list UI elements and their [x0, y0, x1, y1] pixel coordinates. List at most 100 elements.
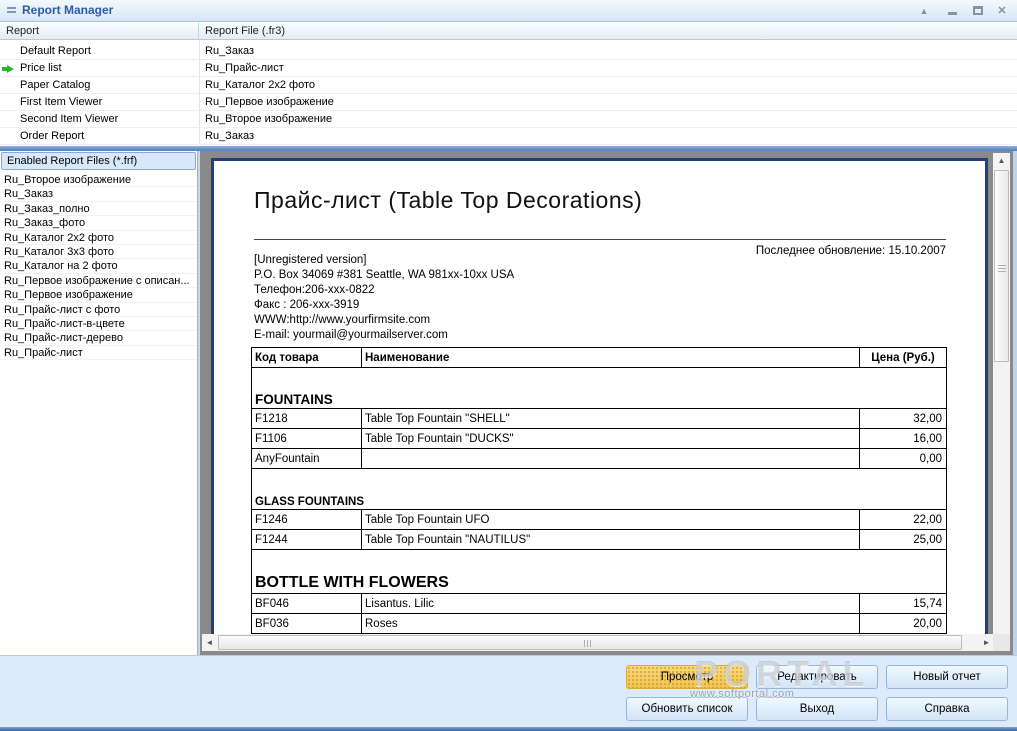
file-list-item[interactable]: Ru_Заказ_полно: [0, 202, 197, 217]
enabled-files-panel: Enabled Report Files (*.frf) Ru_Второе и…: [0, 151, 198, 655]
section-title: BOTTLE WITH FLOWERS: [251, 549, 947, 594]
exit-button[interactable]: Выход: [756, 697, 878, 721]
file-list-item[interactable]: Ru_Второе изображение: [0, 173, 197, 188]
item-row: F1244 Table Top Fountain "NAUTILUS" 25,00: [251, 529, 947, 550]
report-row[interactable]: Paper Catalog Ru_Каталог 2x2 фото: [0, 77, 1017, 94]
item-row: F1218 Table Top Fountain "SHELL" 32,00: [251, 408, 947, 429]
item-row: F1106 Table Top Fountain "DUCKS" 16,00: [251, 428, 947, 449]
file-list-item[interactable]: Ru_Прайс-лист: [0, 346, 197, 361]
file-list-item[interactable]: Ru_Заказ: [0, 187, 197, 202]
address-line: [Unregistered version]: [254, 254, 367, 266]
col-header-price: Цена (Руб.): [859, 347, 947, 368]
report-name: Default Report: [20, 45, 91, 57]
scrollbar-corner: [993, 634, 1010, 651]
report-row[interactable]: Order Report Ru_Заказ: [0, 128, 1017, 145]
price-table: Код товара Наименование Цена (Руб.) FOUNTAI…: [251, 347, 947, 634]
report-name: First Item Viewer: [20, 96, 103, 108]
report-manager-window: Report Manager ▲ ✕ Report Report File (.…: [0, 0, 1017, 731]
item-name: Table Top Fountain UFO: [361, 509, 860, 530]
item-price: 22,00: [859, 509, 947, 530]
close-icon[interactable]: ✕: [993, 3, 1011, 19]
watermark-url: www.softportal.com: [690, 688, 795, 700]
minimize-icon[interactable]: [943, 3, 961, 19]
address-line: Факс : 206-xxx-3919: [254, 299, 360, 311]
report-list: Report Report File (.fr3) Default Report…: [0, 22, 1017, 146]
item-name: Table Top Fountain "DUCKS": [361, 428, 860, 449]
title-rule: [254, 239, 946, 240]
document-title: Прайс-лист (Table Top Decorations): [254, 187, 643, 213]
col-header-name: Наименование: [361, 347, 860, 368]
item-price: 15,74: [859, 593, 947, 614]
price-table-wrap: Код товара Наименование Цена (Руб.) FOUNTAI…: [251, 347, 947, 634]
report-file: Ru_Прайс-лист: [205, 62, 284, 74]
section-row: FOUNTAINS: [251, 367, 947, 409]
file-list-item[interactable]: Ru_Прайс-лист с фото: [0, 303, 197, 317]
col-header-code: Код товара: [251, 347, 362, 368]
thumb-grip: [998, 265, 1006, 274]
scroll-right-icon[interactable]: ►: [979, 634, 994, 651]
section-title: FOUNTAINS: [251, 367, 947, 409]
section-row: BOTTLE WITH FLOWERS: [251, 549, 947, 594]
rollup-icon[interactable]: ▲: [915, 3, 933, 19]
selected-arrow-icon: [2, 65, 14, 73]
report-file: Ru_Заказ: [205, 45, 255, 57]
scroll-left-icon[interactable]: ◄: [202, 634, 217, 651]
item-row: BF046 Lisantus. Lilic 15,74: [251, 593, 947, 614]
item-name: [361, 448, 860, 469]
report-row[interactable]: First Item Viewer Ru_Первое изображение: [0, 94, 1017, 111]
report-name: Price list: [20, 62, 62, 74]
address-line: P.O. Box 34069 #381 Seattle, WA 981xx-10…: [254, 269, 515, 281]
file-list-item[interactable]: Ru_Первое изображение: [0, 288, 197, 303]
file-list-item[interactable]: Ru_Каталог 3x3 фото: [0, 245, 197, 260]
report-name: Second Item Viewer: [20, 113, 119, 125]
column-header-report[interactable]: Report: [0, 22, 199, 40]
report-row[interactable]: Second Item Viewer Ru_Второе изображение: [0, 111, 1017, 128]
bottom-button-panel: Просмотр Редактировать Новый отчет Обнов…: [0, 653, 1017, 731]
item-price: 32,00: [859, 408, 947, 429]
report-rows: Default Report Ru_Заказ Price list Ru_Прайс…: [0, 40, 1017, 145]
file-list-item[interactable]: Ru_Прайс-лист-дерево: [0, 331, 197, 346]
horizontal-scroll-thumb[interactable]: [218, 635, 962, 650]
column-header-report-file[interactable]: Report File (.fr3): [199, 22, 1017, 40]
section-row: GLASS FOUNTAINS: [251, 468, 947, 510]
refresh-list-button[interactable]: Обновить список: [626, 697, 748, 721]
file-list-item[interactable]: Ru_Первое изображение с описан...: [0, 274, 197, 289]
report-row[interactable]: Default Report Ru_Заказ: [0, 43, 1017, 60]
address-line: E-mail: yourmail@yourmailserver.com: [254, 329, 448, 341]
item-code: BF036: [251, 613, 362, 634]
vertical-scroll-thumb[interactable]: [994, 170, 1009, 362]
file-list-item[interactable]: Ru_Заказ_фото: [0, 216, 197, 231]
item-code: F1244: [251, 529, 362, 550]
horizontal-scrollbar[interactable]: ◄ ►: [202, 634, 994, 651]
enabled-files-list: Ru_Второе изображение Ru_Заказ Ru_Заказ_по…: [0, 171, 197, 361]
window-title: Report Manager: [22, 3, 114, 17]
item-name: Roses: [361, 613, 860, 634]
report-preview-area: Прайс-лист (Table Top Decorations) После…: [199, 151, 1013, 655]
app-icon: [7, 7, 16, 15]
vertical-scrollbar[interactable]: ▲ ▼: [993, 153, 1010, 651]
company-address-block: [Unregistered version] P.O. Box 34069 #38…: [254, 253, 514, 343]
window-bottom-edge: [0, 727, 1017, 731]
file-list-item[interactable]: Ru_Каталог 2x2 фото: [0, 231, 197, 245]
file-list-item[interactable]: Ru_Прайс-лист-в-цвете: [0, 317, 197, 332]
item-code: F1246: [251, 509, 362, 530]
item-row: AnyFountain 0,00: [251, 448, 947, 469]
maximize-icon[interactable]: [969, 3, 987, 19]
item-price: 20,00: [859, 613, 947, 634]
item-code: BF046: [251, 593, 362, 614]
enabled-files-header[interactable]: Enabled Report Files (*.frf): [1, 152, 196, 170]
item-code: F1218: [251, 408, 362, 429]
item-row: BF036 Roses 20,00: [251, 613, 947, 634]
report-list-header: Report Report File (.fr3): [0, 22, 1017, 40]
title-bar: Report Manager ▲ ✕: [0, 0, 1017, 22]
item-name: Table Top Fountain "NAUTILUS": [361, 529, 860, 550]
report-file: Ru_Каталог 2x2 фото: [205, 79, 315, 91]
item-row: F1246 Table Top Fountain UFO 22,00: [251, 509, 947, 530]
file-list-item[interactable]: Ru_Каталог на 2 фото: [0, 259, 197, 274]
report-name: Order Report: [20, 130, 85, 142]
scroll-up-icon[interactable]: ▲: [993, 153, 1010, 168]
help-button[interactable]: Справка: [886, 697, 1008, 721]
report-file: Ru_Заказ: [205, 130, 255, 142]
new-report-button[interactable]: Новый отчет: [886, 665, 1008, 689]
report-row[interactable]: Price list Ru_Прайс-лист: [0, 60, 1017, 77]
